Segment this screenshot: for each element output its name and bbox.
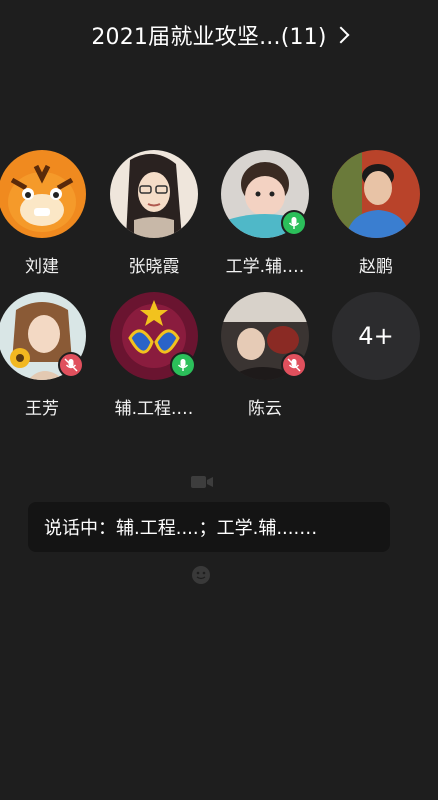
more-members-button[interactable]: 4+ [332, 292, 420, 380]
avatar[interactable] [0, 150, 86, 238]
member-tile-4[interactable]: 赵鹏 [316, 150, 436, 277]
member-name: 辅.工程.… [114, 399, 194, 419]
member-name: 陈云 [248, 399, 282, 419]
avatar[interactable] [0, 292, 86, 380]
group-title[interactable]: 2021届就业攻坚...(11) [91, 19, 326, 51]
member-name: 赵鹏 [359, 257, 393, 277]
member-tile-2[interactable]: 张晓霞 [94, 150, 214, 277]
member-name: 刘建 [25, 257, 59, 277]
avatar[interactable] [110, 292, 198, 380]
member-tile-5[interactable]: 王芳 [0, 292, 102, 419]
avatar[interactable] [221, 292, 309, 380]
more-members-tile[interactable]: 4+ [316, 292, 436, 380]
man-photo-avatar [332, 150, 420, 238]
avatar[interactable] [221, 150, 309, 238]
mic-on-icon [281, 210, 307, 236]
mic-muted-icon [58, 352, 84, 378]
member-tile-1[interactable]: 刘建 [0, 150, 102, 277]
member-tile-7[interactable]: 陈云 [205, 292, 325, 419]
mic-muted-icon [281, 352, 307, 378]
call-header[interactable]: 2021届就业攻坚...(11) [0, 0, 438, 70]
member-name: 工学.辅.… [225, 257, 305, 277]
smiley-icon [186, 564, 216, 589]
chevron-right-icon[interactable] [332, 26, 350, 44]
tiger-cartoon-avatar [0, 150, 86, 238]
video-icon [182, 474, 222, 493]
member-tile-3[interactable]: 工学.辅.… [205, 150, 325, 277]
mic-on-icon [170, 352, 196, 378]
member-tile-6[interactable]: 辅.工程.… [94, 292, 214, 419]
illustrated-woman-glasses-avatar [110, 150, 198, 238]
avatar[interactable] [332, 150, 420, 238]
member-name: 张晓霞 [128, 257, 180, 277]
speaking-status-bar: 说话中：辅.工程....；工学.辅....… [28, 502, 390, 552]
member-name: 王芳 [25, 399, 59, 419]
avatar[interactable] [110, 150, 198, 238]
speaking-status-text: 说话中：辅.工程....；工学.辅....… [44, 518, 318, 539]
